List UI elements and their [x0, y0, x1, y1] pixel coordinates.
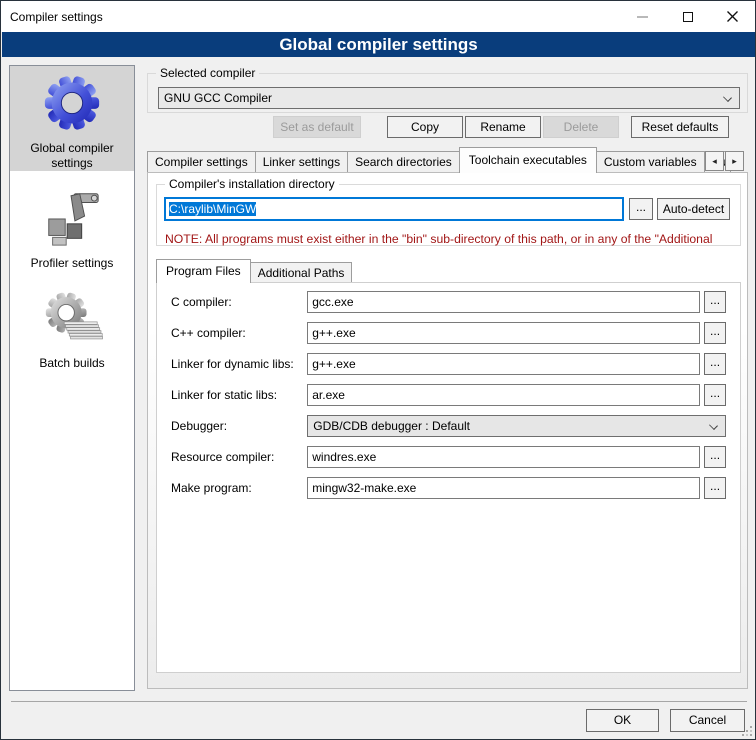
maximize-icon [683, 12, 693, 22]
static-linker-label: Linker for static libs: [171, 388, 307, 402]
c-compiler-label: C compiler: [171, 295, 307, 309]
c-compiler-browse-button[interactable]: ... [704, 291, 726, 313]
static-linker-row: Linker for static libs: ... [171, 384, 726, 406]
tab-search-directories[interactable]: Search directories [347, 151, 460, 173]
window-title: Compiler settings [1, 10, 103, 24]
sidebar-item-global-compiler-settings[interactable]: Global compiler settings [10, 66, 134, 171]
sidebar-item-label: Profiler settings [16, 256, 128, 271]
toolchain-subtabs: Program Files Additional Paths [156, 259, 351, 283]
resize-grip[interactable] [750, 734, 752, 736]
debugger-select-value: GDB/CDB debugger : Default [313, 419, 470, 433]
gear-blue-icon [41, 71, 103, 135]
caliper-icon [41, 186, 103, 250]
close-button[interactable] [710, 1, 755, 32]
cpp-compiler-row: C++ compiler: ... [171, 322, 726, 344]
reset-defaults-button[interactable]: Reset defaults [631, 116, 729, 138]
dynamic-linker-row: Linker for dynamic libs: ... [171, 353, 726, 375]
sidebar-item-label: Batch builds [16, 356, 128, 371]
dynamic-linker-label: Linker for dynamic libs: [171, 357, 307, 371]
auto-detect-button[interactable]: Auto-detect [657, 198, 730, 220]
debugger-label: Debugger: [171, 419, 307, 433]
toolchain-executables-page: Compiler's installation directory C:\ray… [147, 172, 748, 689]
make-program-input[interactable] [307, 477, 700, 499]
cpp-compiler-browse-button[interactable]: ... [704, 322, 726, 344]
gear-stack-icon [41, 286, 103, 350]
static-linker-browse-button[interactable]: ... [704, 384, 726, 406]
tab-custom-variables[interactable]: Custom variables [596, 151, 705, 173]
make-program-browse-button[interactable]: ... [704, 477, 726, 499]
settings-category-list: Global compiler settings Profiler settin… [9, 65, 135, 691]
tab-linker-settings[interactable]: Linker settings [255, 151, 348, 173]
c-compiler-input[interactable] [307, 291, 700, 313]
dynamic-linker-input[interactable] [307, 353, 700, 375]
installation-directory-group: Compiler's installation directory C:\ray… [156, 184, 741, 246]
cpp-compiler-label: C++ compiler: [171, 326, 307, 340]
chevron-down-icon [709, 421, 718, 430]
installation-directory-legend: Compiler's installation directory [165, 177, 339, 191]
installation-directory-value: C:\raylib\MinGW [169, 202, 256, 216]
footer-divider [11, 701, 747, 702]
installation-note: NOTE: All programs must exist either in … [165, 232, 738, 246]
c-compiler-row: C compiler: ... [171, 291, 726, 313]
resource-compiler-browse-button[interactable]: ... [704, 446, 726, 468]
resource-compiler-input[interactable] [307, 446, 700, 468]
tab-scroll-left-button[interactable]: ◂ [705, 151, 724, 171]
copy-button[interactable]: Copy [387, 116, 463, 138]
tab-scroll-right-button[interactable]: ▸ [725, 151, 744, 171]
sidebar-item-batch-builds[interactable]: Batch builds [10, 281, 134, 371]
compiler-actions: Set as default Copy Rename Delete Reset … [147, 116, 729, 138]
tab-toolchain-executables[interactable]: Toolchain executables [459, 147, 597, 173]
subtab-additional-paths[interactable]: Additional Paths [250, 262, 353, 283]
static-linker-input[interactable] [307, 384, 700, 406]
make-program-row: Make program: ... [171, 477, 726, 499]
delete-button[interactable]: Delete [543, 116, 619, 138]
debugger-select[interactable]: GDB/CDB debugger : Default [307, 415, 726, 437]
dialog-header-title: Global compiler settings [2, 32, 755, 57]
subtab-program-files[interactable]: Program Files [156, 259, 251, 283]
dynamic-linker-browse-button[interactable]: ... [704, 353, 726, 375]
selected-compiler-legend: Selected compiler [156, 66, 259, 80]
maximize-button[interactable] [665, 1, 710, 32]
resource-compiler-label: Resource compiler: [171, 450, 307, 464]
cpp-compiler-input[interactable] [307, 322, 700, 344]
selected-compiler-group: Selected compiler GNU GCC Compiler [147, 73, 748, 113]
settings-tabs: Compiler settings Linker settings Search… [147, 147, 748, 173]
debugger-row: Debugger: GDB/CDB debugger : Default [171, 415, 726, 437]
make-program-label: Make program: [171, 481, 307, 495]
minimize-button[interactable] [620, 1, 665, 32]
sidebar-item-profiler-settings[interactable]: Profiler settings [10, 181, 134, 271]
tab-scroll-buttons: ◂ ▸ [704, 151, 744, 171]
close-icon [727, 11, 738, 22]
title-bar: Compiler settings [1, 1, 755, 32]
ok-button[interactable]: OK [586, 709, 659, 732]
compiler-select[interactable]: GNU GCC Compiler [158, 87, 740, 109]
set-as-default-button[interactable]: Set as default [273, 116, 361, 138]
minimize-icon [637, 16, 648, 18]
cancel-button[interactable]: Cancel [670, 709, 745, 732]
caption-buttons [620, 1, 755, 32]
rename-button[interactable]: Rename [465, 116, 541, 138]
browse-directory-button[interactable]: ... [629, 198, 653, 220]
compiler-select-value: GNU GCC Compiler [164, 91, 272, 105]
chevron-down-icon [723, 93, 732, 102]
sidebar-item-label: Global compiler settings [16, 141, 128, 171]
tab-compiler-settings[interactable]: Compiler settings [147, 151, 256, 173]
compiler-settings-dialog: Compiler settings Global compiler settin… [0, 0, 756, 740]
installation-directory-input[interactable]: C:\raylib\MinGW [165, 198, 623, 220]
resource-compiler-row: Resource compiler: ... [171, 446, 726, 468]
program-files-page: C compiler: ... C++ compiler: ... Linker… [156, 282, 741, 673]
